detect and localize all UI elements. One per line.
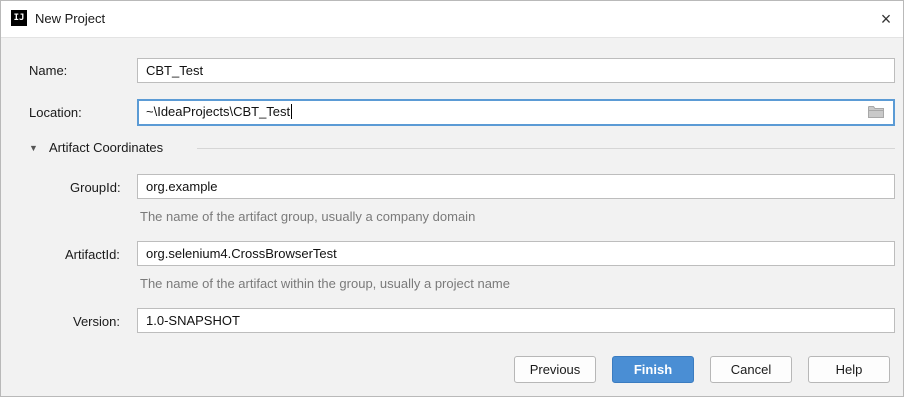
name-label: Name: bbox=[29, 63, 68, 78]
section-title: Artifact Coordinates bbox=[49, 140, 164, 155]
close-icon[interactable]: × bbox=[873, 6, 899, 32]
new-project-dialog: IJ New Project × Name: CBT_Test Location… bbox=[0, 0, 904, 397]
location-input[interactable]: ~\IdeaProjects\CBT_Test bbox=[137, 99, 895, 126]
name-input-value: CBT_Test bbox=[146, 63, 204, 78]
location-input-value: ~\IdeaProjects\CBT_Test bbox=[146, 104, 291, 119]
artifact-id-input-value: org.selenium4.CrossBrowserTest bbox=[146, 246, 337, 261]
group-id-input[interactable]: org.example bbox=[137, 174, 895, 199]
help-button[interactable]: Help bbox=[808, 356, 890, 383]
artifact-id-label: ArtifactId: bbox=[65, 247, 120, 262]
version-label: Version: bbox=[73, 314, 120, 329]
intellij-app-icon: IJ bbox=[11, 10, 27, 26]
location-label: Location: bbox=[29, 105, 82, 120]
group-id-input-value: org.example bbox=[146, 179, 218, 194]
version-input-value: 1.0-SNAPSHOT bbox=[146, 313, 240, 328]
previous-button[interactable]: Previous bbox=[514, 356, 596, 383]
text-caret bbox=[291, 104, 293, 119]
expand-arrow-icon[interactable]: ▼ bbox=[29, 138, 38, 158]
dialog-title: New Project bbox=[35, 11, 106, 26]
artifact-id-input[interactable]: org.selenium4.CrossBrowserTest bbox=[137, 241, 895, 266]
folder-icon[interactable] bbox=[868, 105, 884, 118]
artifact-id-hint: The name of the artifact within the grou… bbox=[140, 276, 510, 291]
section-divider bbox=[197, 148, 895, 149]
group-id-hint: The name of the artifact group, usually … bbox=[140, 209, 476, 224]
cancel-button[interactable]: Cancel bbox=[710, 356, 792, 383]
title-bar: IJ New Project × bbox=[1, 1, 903, 38]
finish-button[interactable]: Finish bbox=[612, 356, 694, 383]
version-input[interactable]: 1.0-SNAPSHOT bbox=[137, 308, 895, 333]
artifact-coordinates-section[interactable]: ▼ Artifact Coordinates bbox=[29, 138, 895, 158]
group-id-label: GroupId: bbox=[70, 180, 121, 195]
name-input[interactable]: CBT_Test bbox=[137, 58, 895, 83]
